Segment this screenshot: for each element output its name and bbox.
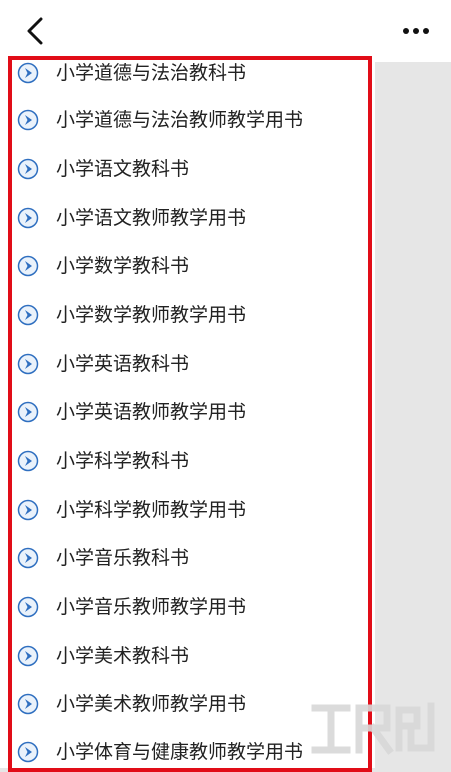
list-item[interactable]: 小学美术教师教学用书: [0, 684, 375, 724]
list-item[interactable]: 小学语文教科书: [0, 149, 375, 189]
play-circle-icon: [17, 304, 39, 326]
play-circle-icon: [17, 255, 39, 277]
list-item-label: 小学语文教师教学用书: [56, 207, 247, 229]
list-item-label: 小学道德与法治教科书: [56, 62, 247, 84]
list-item-label: 小学道德与法治教师教学用书: [56, 109, 304, 131]
list-item-label: 小学语文教科书: [56, 158, 190, 180]
list-item-label: 小学数学教师教学用书: [56, 304, 247, 326]
list-item-label: 小学英语教师教学用书: [56, 401, 247, 423]
play-circle-icon: [17, 450, 39, 472]
list-item[interactable]: 小学数学教科书: [0, 246, 375, 286]
play-circle-icon: [17, 693, 39, 715]
play-circle-icon: [17, 741, 39, 763]
list-item[interactable]: 小学美术教科书: [0, 636, 375, 676]
list-item-label: 小学英语教科书: [56, 353, 190, 375]
play-circle-icon: [17, 645, 39, 667]
play-circle-icon: [17, 62, 39, 84]
list-item-label: 小学音乐教科书: [56, 547, 190, 569]
play-circle-icon: [17, 596, 39, 618]
list-item[interactable]: 小学语文教师教学用书: [0, 198, 375, 238]
list-item[interactable]: 小学音乐教师教学用书: [0, 587, 375, 627]
list-item[interactable]: 小学科学教师教学用书: [0, 490, 375, 530]
play-circle-icon: [17, 401, 39, 423]
play-circle-icon: [17, 109, 39, 131]
list-item-label: 小学数学教科书: [56, 255, 190, 277]
list-item[interactable]: 小学英语教师教学用书: [0, 392, 375, 432]
list-item[interactable]: 小学道德与法治教科书: [0, 53, 375, 93]
list-item[interactable]: 小学科学教科书: [0, 441, 375, 481]
list-item-label: 小学美术教师教学用书: [56, 693, 247, 715]
textbook-list: 小学道德与法治教科书 小学道德与法治教师教学用书 小学语文教科书 小学语文教师教…: [0, 62, 375, 768]
list-item[interactable]: 小学音乐教科书: [0, 538, 375, 578]
list-item[interactable]: 小学英语教科书: [0, 344, 375, 384]
play-circle-icon: [17, 158, 39, 180]
play-circle-icon: [17, 353, 39, 375]
play-circle-icon: [17, 547, 39, 569]
chevron-left-icon: [27, 17, 43, 45]
play-circle-icon: [17, 499, 39, 521]
more-horizontal-icon: [403, 28, 429, 34]
list-item[interactable]: 小学数学教师教学用书: [0, 295, 375, 335]
back-button[interactable]: [18, 14, 52, 48]
list-item[interactable]: 小学道德与法治教师教学用书: [0, 100, 375, 140]
list-item-label: 小学科学教科书: [56, 450, 190, 472]
play-circle-icon: [17, 207, 39, 229]
list-item-label: 小学体育与健康教师教学用书: [56, 741, 304, 763]
content-area: 小学道德与法治教科书 小学道德与法治教师教学用书 小学语文教科书 小学语文教师教…: [0, 62, 451, 768]
list-item-label: 小学科学教师教学用书: [56, 499, 247, 521]
list-item[interactable]: 小学体育与健康教师教学用书: [0, 732, 375, 772]
list-item-label: 小学美术教科书: [56, 645, 190, 667]
list-item-label: 小学音乐教师教学用书: [56, 596, 247, 618]
more-button[interactable]: [399, 14, 433, 48]
